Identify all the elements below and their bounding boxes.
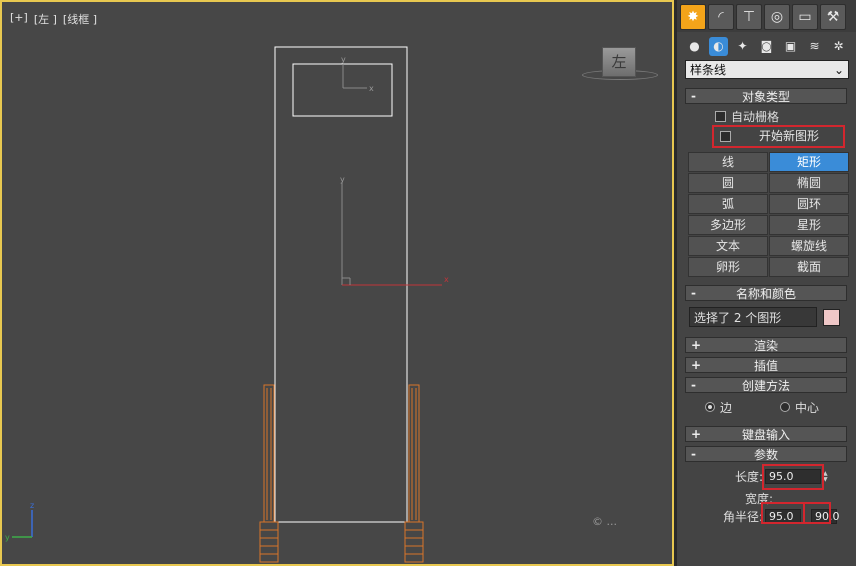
highlight-box <box>803 502 831 524</box>
name-color-title: 名称和颜色 <box>735 286 796 301</box>
shape-button-6[interactable]: 多边形 <box>688 215 768 235</box>
object-type-title: 对象类型 <box>741 89 790 104</box>
small-pivot-gizmo <box>342 64 367 89</box>
edge-radio[interactable]: 边 <box>705 399 732 416</box>
interpolation-rollout: + 插值 <box>685 357 847 373</box>
shape-button-4[interactable]: 弧 <box>688 194 768 214</box>
helpers-icon[interactable]: ▣ <box>781 37 800 56</box>
geometry-icon[interactable]: ● <box>685 37 704 56</box>
shape-button-1[interactable]: 矩形 <box>769 152 849 172</box>
auto-grid-checkbox[interactable]: 自动栅格 <box>715 108 847 124</box>
length-label: 长度: <box>735 470 764 484</box>
pivot-y-label: y <box>341 55 346 64</box>
center-radio[interactable]: 中心 <box>780 399 819 416</box>
parameters-title: 参数 <box>753 447 778 462</box>
creation-method-title: 创建方法 <box>741 378 790 393</box>
shape-button-10[interactable]: 卵形 <box>688 257 768 277</box>
hierarchy-icon[interactable]: ⊤ <box>736 4 762 30</box>
spinner-arrows-icon[interactable]: ▲ ▼ <box>823 470 830 483</box>
auto-grid-label: 自动栅格 <box>731 109 780 124</box>
world-y-label: y <box>5 533 10 542</box>
systems-icon[interactable]: ✲ <box>829 37 848 56</box>
object-type-header[interactable]: - 对象类型 <box>685 88 847 104</box>
left-viewport[interactable]: [+] [左 ] [线框 ] y x y x z y 左 © ... <box>0 0 674 566</box>
display-icon[interactable]: ▭ <box>792 4 818 30</box>
rendering-rollout: + 渲染 <box>685 337 847 353</box>
world-z-label: z <box>30 501 34 510</box>
shape-button-2[interactable]: 圆 <box>688 173 768 193</box>
radio-selected-icon <box>705 402 715 412</box>
collapse-icon: - <box>691 447 696 461</box>
keyboard-entry-header[interactable]: + 键盘输入 <box>685 426 847 442</box>
highlight-box <box>761 502 805 524</box>
gizmo-x-label: x <box>444 275 449 284</box>
spacewarps-icon[interactable]: ≋ <box>805 37 824 56</box>
shape-button-0[interactable]: 线 <box>688 152 768 172</box>
collapse-icon: - <box>691 286 696 300</box>
create-category-icons: ● ◐ ✦ ◙ ▣ ≋ ✲ <box>677 32 856 60</box>
modify-icon[interactable]: ◜ <box>708 4 734 30</box>
right-post-wireframe[interactable] <box>404 384 424 563</box>
motion-icon[interactable]: ◎ <box>764 4 790 30</box>
object-type-rollout: - 对象类型 自动栅格 开始新图形 线矩形圆椭圆弧圆环 多边形 星形 文本 螺旋线 卵形截… <box>685 88 849 277</box>
command-panel-tabs: ✸ ◜ ⊤ ◎ ▭ ⚒ <box>677 0 856 32</box>
object-color-swatch[interactable] <box>823 308 840 326</box>
utilities-icon[interactable]: ⚒ <box>820 4 846 30</box>
start-new-shape-row: 开始新图形 <box>685 125 847 149</box>
interpolation-title: 插值 <box>753 358 778 373</box>
keyboard-entry-title: 键盘输入 <box>741 427 790 442</box>
keyboard-entry-rollout: + 键盘输入 <box>685 426 847 442</box>
creation-method-header[interactable]: - 创建方法 <box>685 377 847 393</box>
highlight-box <box>762 464 824 490</box>
name-color-rollout: - 名称和颜色 选择了 2 个图形 <box>685 285 847 327</box>
center-label: 中心 <box>795 400 820 415</box>
shape-button-9[interactable]: 螺旋线 <box>769 236 849 256</box>
parameters-rollout: - 参数 长度: 95.0 ▲ ▼ 宽度: 角半径: 95.0 90.0 <box>685 446 847 538</box>
shape-button-3[interactable]: 椭圆 <box>769 173 849 193</box>
expand-icon: + <box>691 427 702 441</box>
rendering-title: 渲染 <box>753 338 778 353</box>
shape-button-11[interactable]: 截面 <box>769 257 849 277</box>
shapes-icon[interactable]: ◐ <box>709 36 728 56</box>
pivot-x-label: x <box>369 84 374 93</box>
lights-icon[interactable]: ✦ <box>733 37 752 56</box>
parameters-header[interactable]: - 参数 <box>685 446 847 462</box>
shape-buttons-grid: 线矩形圆椭圆弧圆环 多边形 星形 文本 螺旋线 卵形 截面 <box>688 152 849 277</box>
shape-button-7[interactable]: 星形 <box>769 215 849 235</box>
shape-button-5[interactable]: 圆环 <box>769 194 849 214</box>
gizmo-y-label: y <box>340 175 345 184</box>
rendering-header[interactable]: + 渲染 <box>685 337 847 353</box>
shape-category-value: 样条线 <box>690 63 727 77</box>
radio-icon <box>780 402 791 412</box>
edge-label: 边 <box>720 400 733 415</box>
name-color-header[interactable]: - 名称和颜色 <box>685 285 847 301</box>
cameras-icon[interactable]: ◙ <box>757 37 776 56</box>
shape-button-8[interactable]: 文本 <box>688 236 768 256</box>
checkbox-icon <box>715 110 726 122</box>
command-panel: ✸ ◜ ⊤ ◎ ▭ ⚒ ● ◐ ✦ ◙ ▣ ≋ ✲ 样条线 ⌄ - 对象类型 自动栅格 开始新图形 线… <box>676 0 856 566</box>
start-new-shape-checkbox[interactable] <box>720 131 731 142</box>
world-axis-tripod <box>12 510 33 538</box>
object-name-field[interactable]: 选择了 2 个图形 <box>689 307 817 327</box>
expand-icon: + <box>691 358 702 372</box>
viewport-scene: y x y x z y <box>5 46 449 563</box>
watermark-text: © ... <box>592 515 617 528</box>
interpolation-header[interactable]: + 插值 <box>685 357 847 373</box>
corner-label: 角半径: <box>723 510 764 524</box>
shape-category-dropdown[interactable]: 样条线 ⌄ <box>685 60 849 79</box>
collapse-icon: - <box>691 89 696 103</box>
transform-gizmo[interactable] <box>341 182 442 286</box>
expand-icon: + <box>691 338 702 352</box>
create-icon[interactable]: ✸ <box>680 4 706 30</box>
collapse-icon: - <box>691 378 696 392</box>
chevron-down-icon: ⌄ <box>833 62 844 77</box>
creation-method-rollout: - 创建方法 边 中心 <box>685 377 847 416</box>
viewcube[interactable]: 左 <box>602 47 636 77</box>
start-new-shape-button[interactable]: 开始新图形 <box>737 127 841 146</box>
